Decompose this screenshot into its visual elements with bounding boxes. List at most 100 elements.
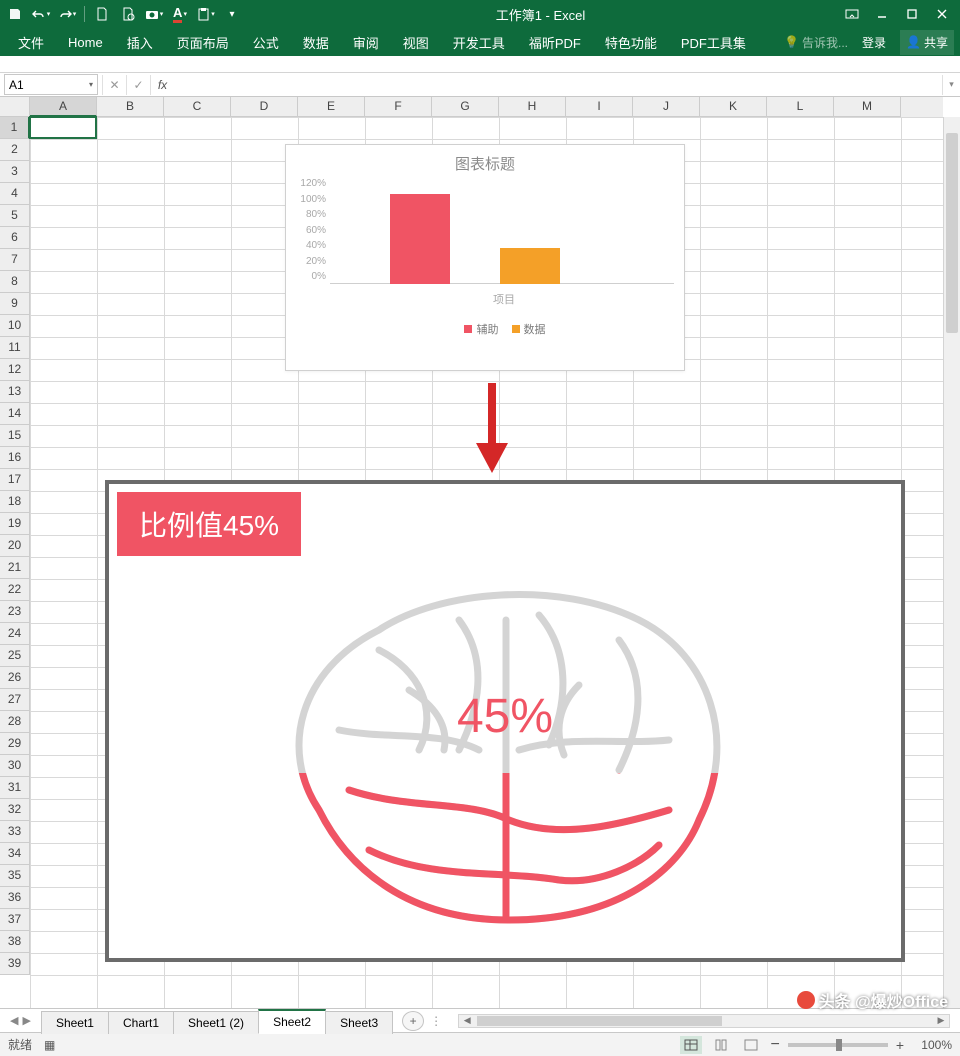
row-header[interactable]: 30: [0, 755, 30, 777]
row-header[interactable]: 38: [0, 931, 30, 953]
chart-object[interactable]: 图表标题 120%100%80%60%40%20%0% 项目 辅助 数据: [285, 144, 685, 371]
tab-layout[interactable]: 页面布局: [165, 28, 241, 57]
share-button[interactable]: 👤共享: [900, 30, 954, 55]
chevron-down-icon[interactable]: ▾: [89, 80, 93, 89]
row-header[interactable]: 15: [0, 425, 30, 447]
zoom-out-button[interactable]: −: [770, 1036, 779, 1054]
brain-chart[interactable]: 比例值45%: [105, 480, 905, 962]
tab-data[interactable]: 数据: [291, 28, 341, 57]
row-header[interactable]: 10: [0, 315, 30, 337]
tab-review[interactable]: 审阅: [341, 28, 391, 57]
row-header[interactable]: 31: [0, 777, 30, 799]
horizontal-scrollbar[interactable]: ◀ ▶: [458, 1014, 950, 1028]
row-header[interactable]: 33: [0, 821, 30, 843]
tab-formulas[interactable]: 公式: [241, 28, 291, 57]
row-header[interactable]: 20: [0, 535, 30, 557]
row-header[interactable]: 29: [0, 733, 30, 755]
row-header[interactable]: 28: [0, 711, 30, 733]
row-header[interactable]: 39: [0, 953, 30, 975]
col-header[interactable]: F: [365, 97, 432, 117]
tab-pdftools[interactable]: PDF工具集: [669, 28, 758, 57]
sheet-tab[interactable]: Chart1: [108, 1011, 174, 1034]
tell-me-search[interactable]: 💡告诉我...: [784, 34, 848, 51]
minimize-button[interactable]: [868, 3, 896, 25]
zoom-slider[interactable]: [788, 1043, 888, 1047]
ribbon-options-icon[interactable]: [838, 3, 866, 25]
expand-formula-icon[interactable]: ▾: [942, 75, 960, 95]
maximize-button[interactable]: [898, 3, 926, 25]
view-page-break-button[interactable]: [740, 1036, 762, 1054]
add-sheet-button[interactable]: +: [402, 1011, 424, 1031]
formula-input[interactable]: [174, 75, 942, 95]
qat-customize-icon[interactable]: ▾: [221, 3, 243, 25]
row-header[interactable]: 2: [0, 139, 30, 161]
row-header[interactable]: 12: [0, 359, 30, 381]
tab-file[interactable]: 文件: [6, 28, 56, 57]
col-header[interactable]: G: [432, 97, 499, 117]
paste-icon[interactable]: ▾: [195, 3, 217, 25]
login-link[interactable]: 登录: [856, 30, 892, 55]
save-button[interactable]: [4, 3, 26, 25]
font-color-icon[interactable]: A▾: [169, 3, 191, 25]
sheet-nav-buttons[interactable]: ◀▶: [0, 1014, 41, 1027]
row-header[interactable]: 4: [0, 183, 30, 205]
redo-button[interactable]: ▾: [56, 3, 78, 25]
print-preview-icon[interactable]: [117, 3, 139, 25]
tab-home[interactable]: Home: [56, 30, 115, 55]
fx-button[interactable]: fx: [150, 75, 174, 95]
vertical-scrollbar[interactable]: [943, 117, 960, 1008]
row-header[interactable]: 5: [0, 205, 30, 227]
cancel-formula-button[interactable]: ✕: [102, 75, 126, 95]
spreadsheet-grid[interactable]: A B C D E F G H I J K L M 12345678910111…: [0, 97, 960, 1008]
row-header[interactable]: 8: [0, 271, 30, 293]
cells-area[interactable]: 图表标题 120%100%80%60%40%20%0% 项目 辅助 数据 比例: [30, 117, 943, 1008]
col-header[interactable]: L: [767, 97, 834, 117]
row-header[interactable]: 26: [0, 667, 30, 689]
row-header[interactable]: 24: [0, 623, 30, 645]
tab-view[interactable]: 视图: [391, 28, 441, 57]
name-box[interactable]: A1▾: [4, 74, 98, 95]
tab-foxit[interactable]: 福昕PDF: [517, 28, 593, 57]
scrollbar-thumb[interactable]: [946, 133, 958, 333]
col-header[interactable]: I: [566, 97, 633, 117]
row-header[interactable]: 27: [0, 689, 30, 711]
col-header[interactable]: B: [97, 97, 164, 117]
tab-features[interactable]: 特色功能: [593, 28, 669, 57]
row-header[interactable]: 36: [0, 887, 30, 909]
zoom-in-button[interactable]: +: [896, 1037, 904, 1053]
row-header[interactable]: 13: [0, 381, 30, 403]
row-header[interactable]: 7: [0, 249, 30, 271]
sheet-tab[interactable]: Sheet2: [258, 1009, 326, 1034]
row-header[interactable]: 16: [0, 447, 30, 469]
row-header[interactable]: 17: [0, 469, 30, 491]
row-header[interactable]: 19: [0, 513, 30, 535]
row-header[interactable]: 25: [0, 645, 30, 667]
camera-icon[interactable]: ▾: [143, 3, 165, 25]
row-header[interactable]: 1: [0, 117, 30, 139]
sheet-tab[interactable]: Sheet3: [325, 1011, 393, 1034]
sheet-menu-icon[interactable]: ⋮: [424, 1014, 448, 1028]
sheet-tab[interactable]: Sheet1: [41, 1011, 109, 1034]
undo-button[interactable]: ▾: [30, 3, 52, 25]
scrollbar-thumb[interactable]: [477, 1016, 722, 1026]
new-file-icon[interactable]: [91, 3, 113, 25]
row-header[interactable]: 6: [0, 227, 30, 249]
active-cell[interactable]: [29, 116, 97, 139]
row-header[interactable]: 9: [0, 293, 30, 315]
tab-insert[interactable]: 插入: [115, 28, 165, 57]
col-header[interactable]: D: [231, 97, 298, 117]
view-normal-button[interactable]: [680, 1036, 702, 1054]
col-header[interactable]: H: [499, 97, 566, 117]
tab-developer[interactable]: 开发工具: [441, 28, 517, 57]
close-button[interactable]: [928, 3, 956, 25]
row-header[interactable]: 37: [0, 909, 30, 931]
row-header[interactable]: 34: [0, 843, 30, 865]
confirm-formula-button[interactable]: ✓: [126, 75, 150, 95]
row-header[interactable]: 23: [0, 601, 30, 623]
view-page-layout-button[interactable]: [710, 1036, 732, 1054]
row-header[interactable]: 32: [0, 799, 30, 821]
sheet-tab[interactable]: Sheet1 (2): [173, 1011, 259, 1034]
row-header[interactable]: 18: [0, 491, 30, 513]
col-header[interactable]: C: [164, 97, 231, 117]
row-header[interactable]: 3: [0, 161, 30, 183]
